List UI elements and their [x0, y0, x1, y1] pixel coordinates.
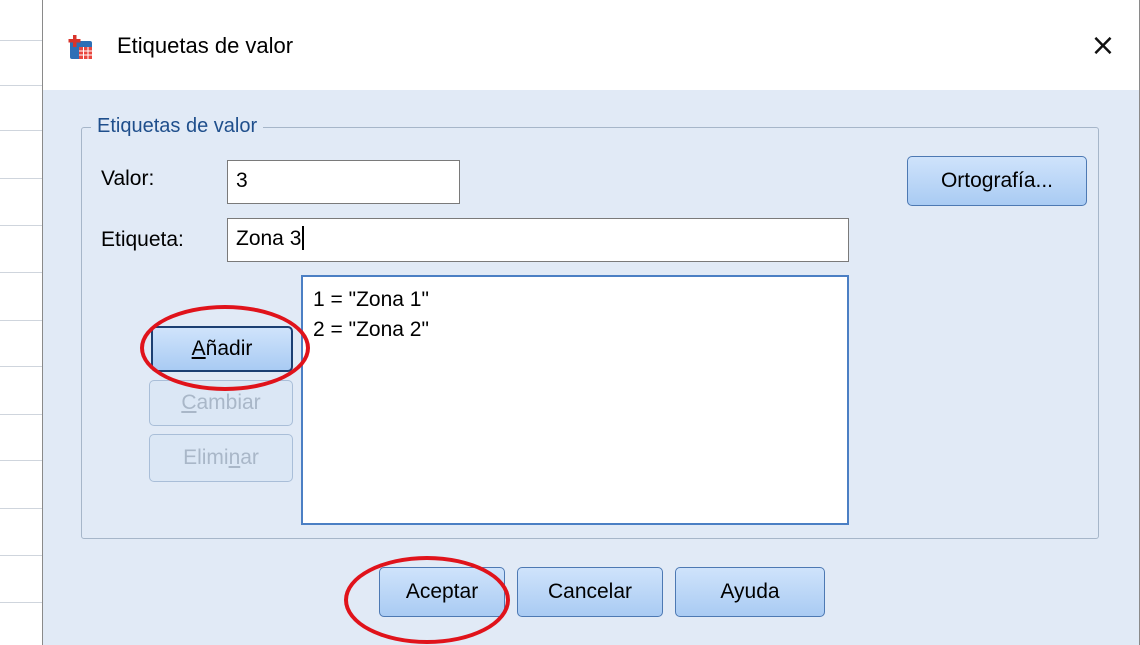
etiqueta-label: Etiqueta:: [101, 228, 184, 251]
close-button[interactable]: ×: [1085, 28, 1121, 64]
value-labels-dialog: Etiquetas de valor × Etiquetas de valor …: [42, 0, 1140, 645]
dialog-title: Etiquetas de valor: [117, 33, 294, 58]
dialog-body: Etiquetas de valor Valor: 3 Etiqueta: Zo…: [43, 90, 1139, 645]
help-button[interactable]: Ayuda: [675, 567, 825, 617]
group-legend: Etiquetas de valor: [91, 115, 264, 138]
spss-value-labels-icon: [68, 35, 92, 59]
remove-button[interactable]: Eliminar: [149, 434, 293, 482]
cancel-button[interactable]: Cancelar: [517, 567, 663, 617]
add-label-post: ñadir: [205, 337, 253, 360]
spelling-button[interactable]: Ortografía...: [907, 156, 1087, 206]
change-label-post: ambiar: [196, 391, 261, 414]
etiqueta-field[interactable]: Zona 3: [227, 218, 849, 262]
title-bar: Etiquetas de valor ×: [43, 0, 1139, 90]
value-labels-list[interactable]: 1 = "Zona 1" 2 = "Zona 2": [301, 275, 849, 525]
change-button[interactable]: Cambiar: [149, 380, 293, 426]
remove-label-pre: Elimi: [183, 446, 229, 469]
remove-label-mnemonic: n: [228, 446, 241, 469]
list-item[interactable]: 2 = "Zona 2": [313, 315, 837, 345]
ok-button[interactable]: Aceptar: [379, 567, 505, 617]
valor-value: 3: [236, 169, 248, 192]
list-item[interactable]: 1 = "Zona 1": [313, 285, 837, 315]
text-caret: [302, 226, 305, 250]
add-button[interactable]: Añadir: [151, 326, 293, 372]
change-label-mnemonic: C: [181, 391, 197, 414]
etiqueta-value: Zona 3: [236, 227, 302, 250]
valor-field[interactable]: 3: [227, 160, 460, 204]
valor-label: Valor:: [101, 167, 155, 190]
add-label-mnemonic: A: [191, 337, 206, 360]
remove-label-post: ar: [240, 446, 259, 469]
